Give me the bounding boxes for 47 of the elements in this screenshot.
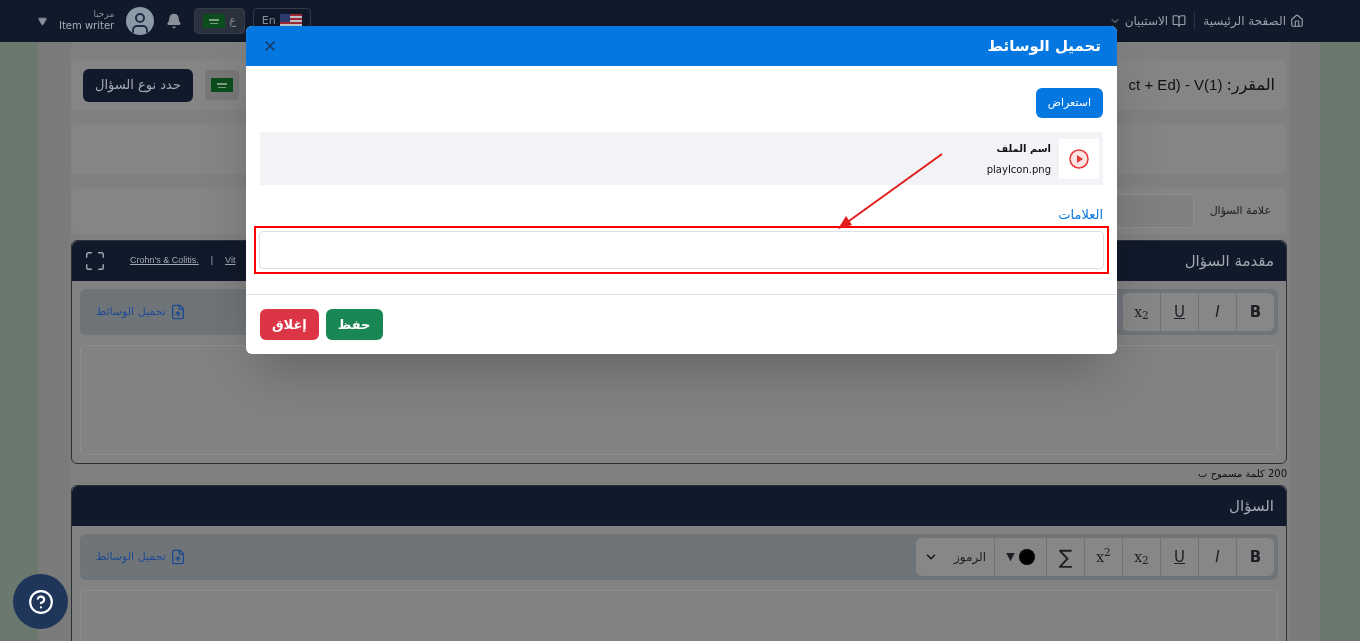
- separator: |: [209, 254, 215, 268]
- bold-button[interactable]: B: [1236, 293, 1274, 331]
- bold-button[interactable]: B: [1236, 538, 1274, 576]
- user-menu-caret[interactable]: [38, 16, 47, 26]
- panel-title: السؤال: [1229, 495, 1274, 517]
- play-icon: [1069, 148, 1089, 169]
- symbols-dropdown[interactable]: الرموز: [915, 538, 994, 576]
- file-name: playIcon.png: [986, 162, 1051, 177]
- browse-button[interactable]: استعراض: [1035, 88, 1103, 118]
- bell-icon[interactable]: [166, 13, 183, 29]
- reference-link[interactable]: Crohn's & Colitis.: [130, 254, 199, 268]
- avatar[interactable]: [126, 7, 155, 35]
- course-title: ct + Ed) - V(1): [1128, 74, 1223, 95]
- close-dialog-button[interactable]: إغلاق: [260, 309, 319, 340]
- italic-button[interactable]: I: [1198, 538, 1236, 576]
- file-name-label: اسم الملف: [995, 141, 1051, 156]
- panel-title: مقدمة السؤال: [1184, 250, 1274, 272]
- italic-button[interactable]: I: [1198, 293, 1236, 331]
- file-upload-icon: [169, 549, 186, 565]
- file-upload-icon: [169, 304, 186, 320]
- field-label: علامة السؤال: [1209, 202, 1271, 219]
- fullscreen-icon[interactable]: [84, 250, 106, 272]
- flag-icon: [203, 14, 226, 28]
- tags-label: العلامات: [1057, 206, 1103, 224]
- sum-button[interactable]: ∑: [1046, 538, 1084, 576]
- nav-link[interactable]: الاستبيان: [1100, 12, 1195, 30]
- word-limit-text: 200 كلمة مسموح ب: [1197, 467, 1287, 481]
- save-button[interactable]: حفظ: [325, 309, 383, 340]
- flag-button[interactable]: [204, 70, 239, 100]
- color-picker[interactable]: ▼: [994, 538, 1046, 576]
- course-label: المقرر:: [1226, 74, 1275, 97]
- home-icon: [1290, 14, 1304, 28]
- underline-button[interactable]: U: [1160, 538, 1198, 576]
- select-question-type-button[interactable]: حدد نوع السؤال: [83, 68, 193, 102]
- flag-icon: [210, 78, 233, 92]
- script-button[interactable]: x$_{2}$: [1122, 538, 1160, 576]
- language-button[interactable]: ع: [194, 8, 245, 34]
- script-button[interactable]: x$_{2}$: [1122, 293, 1160, 331]
- reference-link[interactable]: Vit: [225, 254, 236, 268]
- book-icon: [1172, 14, 1187, 28]
- dialog-title: تحميل الوسائط: [987, 35, 1101, 57]
- script-button[interactable]: x$^{2}$: [1084, 538, 1122, 576]
- greeting-text: مرحبا: [93, 9, 115, 21]
- user-name: Item writer: [59, 20, 115, 33]
- underline-button[interactable]: U: [1160, 293, 1198, 331]
- question-icon: [27, 588, 54, 615]
- nav-link[interactable]: الصفحة الرئيسية: [1194, 12, 1312, 30]
